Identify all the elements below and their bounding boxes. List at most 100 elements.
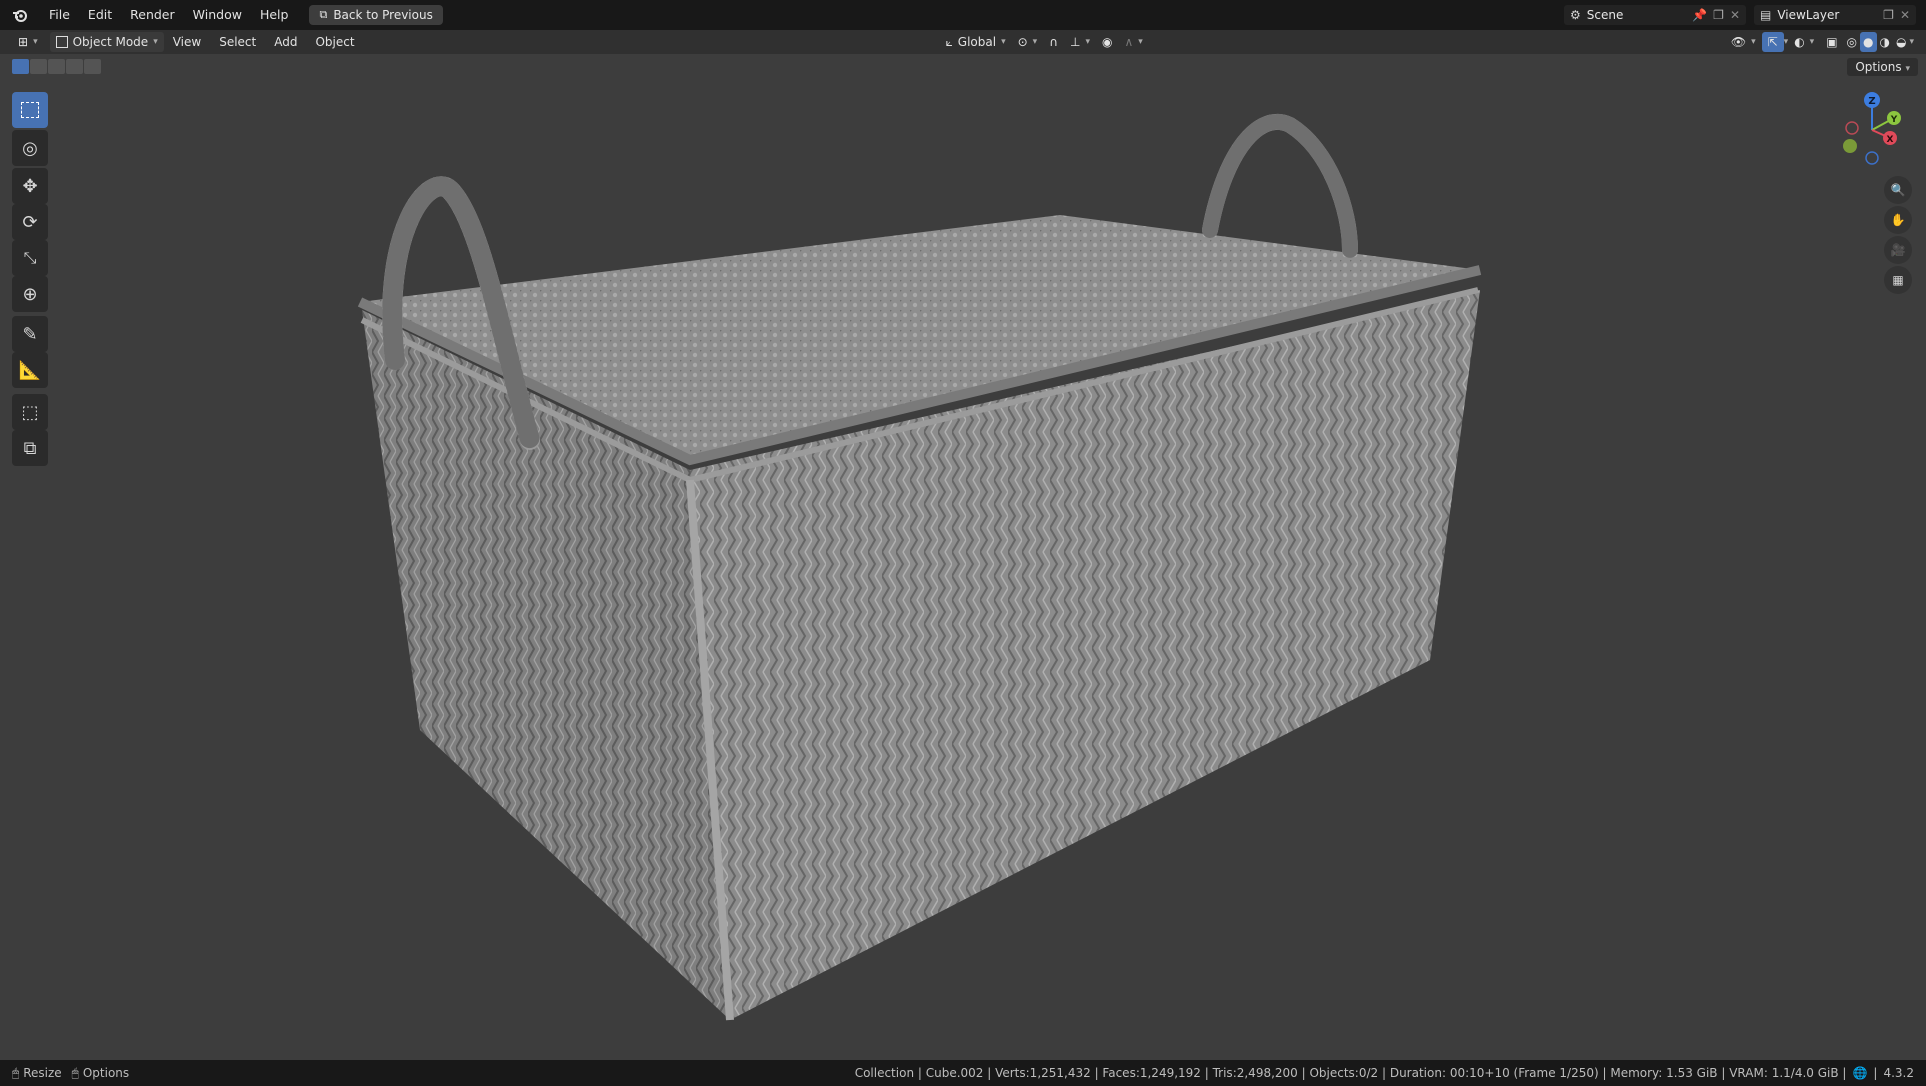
visibility-dropdown[interactable]: 👁 ▾ — [1725, 32, 1762, 52]
rendered-shading-icon: ◒ — [1896, 35, 1907, 49]
gizmo-icon: ⇱ — [1767, 35, 1778, 49]
chevron-down-icon: ▾ — [153, 37, 158, 47]
solid-shading-icon: ● — [1863, 35, 1874, 49]
proportional-editing-toggle[interactable]: ◉ — [1096, 32, 1118, 52]
overlays-toggle[interactable]: ◐ ▾ — [1788, 32, 1820, 52]
back-to-previous-button[interactable]: ⧉ Back to Previous — [309, 5, 443, 25]
view-layer-icon: ▤ — [1760, 8, 1772, 22]
snap-toggle[interactable]: ∩ — [1043, 32, 1064, 52]
snap-target-dropdown[interactable]: ⊥ ▾ — [1064, 32, 1096, 52]
mouse-icon: 🖱 — [12, 1065, 20, 1080]
transform-icon: ⊕ — [22, 283, 38, 305]
shading-wireframe[interactable]: ◎ — [1844, 32, 1860, 52]
xray-toggle[interactable]: ▣ — [1820, 32, 1843, 52]
editor-type-icon: ⊞ — [18, 35, 29, 49]
version-separator: | — [1873, 1066, 1878, 1080]
tool-add-cube[interactable]: ⬚ — [12, 394, 48, 430]
menu-file[interactable]: File — [40, 0, 79, 30]
chevron-down-icon: ▾ — [1001, 37, 1006, 47]
view-layer-selector[interactable]: ▤ ViewLayer ❐ ✕ — [1754, 5, 1916, 25]
blender-version: 4.3.2 — [1883, 1066, 1914, 1080]
wireframe-shading-icon: ◎ — [1846, 35, 1858, 49]
pivot-icon: ⊙ — [1017, 35, 1028, 49]
basket-model[interactable] — [0, 54, 1926, 1060]
object-mode-dropdown[interactable]: Object Mode ▾ — [49, 32, 164, 52]
delete-scene-icon[interactable]: ✕ — [1730, 8, 1740, 22]
scene-name: Scene — [1586, 8, 1624, 22]
eye-icon: 👁 — [1730, 35, 1747, 49]
delete-view-layer-icon[interactable]: ✕ — [1900, 8, 1910, 22]
shading-solid[interactable]: ● — [1860, 32, 1877, 52]
mouse-icon: 🖱 — [71, 1065, 79, 1080]
transform-orientation-dropdown[interactable]: ⟀ Global ▾ — [940, 32, 1012, 52]
measure-icon: 📐 — [18, 359, 42, 381]
rotate-icon: ⟳ — [22, 211, 38, 233]
shading-material[interactable]: ◑ — [1877, 32, 1893, 52]
blender-logo-icon[interactable] — [0, 8, 40, 22]
tool-annotate[interactable]: ✎ — [12, 316, 48, 352]
tool-measure[interactable]: 📐 — [12, 352, 48, 388]
tool-move[interactable]: ✥ — [12, 168, 48, 204]
falloff-icon: ∧ — [1124, 35, 1134, 49]
scene-icon: ⚙ — [1570, 8, 1581, 22]
pin-icon[interactable]: 📌 — [1692, 8, 1707, 22]
pan-button[interactable]: ✋ — [1884, 206, 1912, 234]
scale-icon: ⤡ — [23, 248, 37, 267]
orientation-label: Global — [957, 35, 997, 49]
xray-icon: ▣ — [1826, 35, 1838, 49]
new-view-layer-icon[interactable]: ❐ — [1883, 8, 1894, 22]
tool-scale[interactable]: ⤡ — [12, 240, 48, 276]
chevron-down-icon: ▾ — [1032, 37, 1038, 47]
gizmo-z-label: Z — [1868, 96, 1875, 107]
select-box-icon — [21, 102, 39, 118]
menu-render[interactable]: Render — [121, 0, 184, 30]
gizmo-toggle[interactable]: ⇱ — [1761, 32, 1784, 52]
back-icon: ⧉ — [319, 8, 328, 21]
camera-icon: 🎥 — [1890, 243, 1906, 257]
chevron-down-icon: ▾ — [1809, 37, 1815, 47]
scene-selector[interactable]: ⚙ Scene 📌 ❐ ✕ — [1564, 5, 1746, 25]
chevron-down-icon: ▾ — [1138, 37, 1143, 47]
zoom-button[interactable]: 🔍 — [1884, 176, 1912, 204]
menu-view[interactable]: View — [164, 30, 210, 54]
tool-extrude[interactable]: ⧉ — [12, 430, 48, 466]
chevron-down-icon[interactable]: ▾ — [1909, 37, 1914, 47]
new-scene-icon[interactable]: ❐ — [1713, 8, 1724, 22]
add-cube-icon: ⬚ — [21, 401, 39, 423]
material-shading-icon: ◑ — [1879, 35, 1890, 49]
object-mode-icon — [55, 36, 68, 48]
menu-help[interactable]: Help — [251, 0, 298, 30]
editor-type-dropdown[interactable]: ⊞ ▾ — [12, 32, 44, 52]
menu-object[interactable]: Object — [306, 30, 363, 54]
3d-viewport[interactable]: Options ▾ ◎ ✥ ⟳ ⤡ ⊕ ✎ 📐 ⬚ ⧉ Z Y X 🔍 ✋ 🎥 … — [0, 54, 1926, 1060]
falloff-dropdown[interactable]: ∧ ▾ — [1118, 32, 1148, 52]
snap-target-icon: ⊥ — [1070, 35, 1081, 49]
pivot-point-dropdown[interactable]: ⊙ ▾ — [1012, 32, 1044, 52]
menu-window[interactable]: Window — [184, 0, 251, 30]
menu-select[interactable]: Select — [210, 30, 265, 54]
tool-transform[interactable]: ⊕ — [12, 276, 48, 312]
move-icon: ✥ — [22, 175, 38, 197]
chevron-down-icon: ▾ — [1751, 37, 1756, 47]
orientation-icon: ⟀ — [945, 34, 953, 49]
tool-rotate[interactable]: ⟳ — [12, 204, 48, 240]
tool-select-box[interactable] — [12, 92, 48, 128]
menu-edit[interactable]: Edit — [79, 0, 121, 30]
shading-rendered[interactable]: ◒ — [1893, 32, 1909, 52]
object-mode-label: Object Mode — [72, 35, 149, 49]
navigation-gizmo[interactable]: Z Y X — [1832, 90, 1912, 170]
network-icon: 🌐 — [1852, 1066, 1868, 1080]
hand-icon: ✋ — [1890, 213, 1906, 227]
magnet-icon: ∩ — [1049, 35, 1058, 49]
camera-view-button[interactable]: 🎥 — [1884, 236, 1912, 264]
scene-statistics: Collection | Cube.002 | Verts:1,251,432 … — [854, 1066, 1847, 1080]
gizmo-x-label: X — [1887, 135, 1894, 145]
viewport-header: ⊞ ▾ Object Mode ▾ View Select Add Object … — [0, 30, 1926, 54]
perspective-toggle-button[interactable]: ▦ — [1884, 266, 1912, 294]
grid-icon: ▦ — [1892, 273, 1904, 287]
menu-add[interactable]: Add — [265, 30, 306, 54]
tool-cursor[interactable]: ◎ — [12, 130, 48, 166]
back-to-previous-label: Back to Previous — [333, 8, 433, 22]
annotate-icon: ✎ — [22, 323, 38, 345]
status-options: Options — [82, 1066, 130, 1080]
